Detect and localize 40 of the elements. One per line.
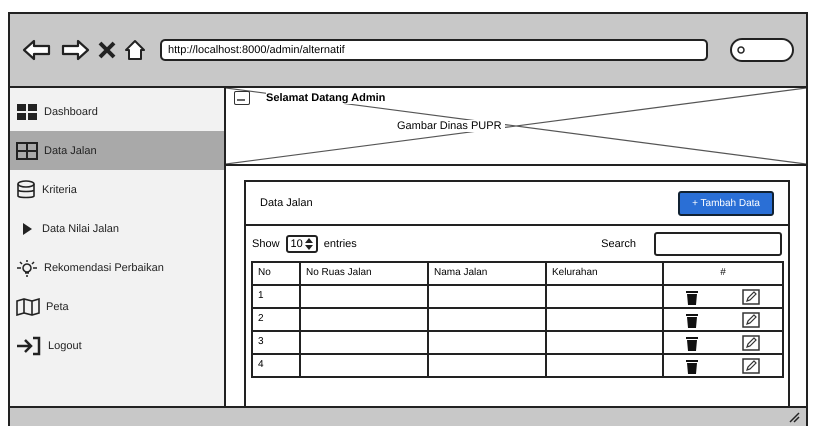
- sidebar-item[interactable]: Data Jalan: [10, 131, 224, 170]
- search-label: Search: [601, 238, 636, 250]
- sidebar-item[interactable]: Rekomendasi Perbaikan: [10, 248, 224, 287]
- forward-button[interactable]: [60, 39, 90, 61]
- greeting-text: Selamat Datang Admin: [266, 92, 386, 104]
- dashboard-icon: [16, 102, 38, 120]
- lightbulb-icon: [16, 258, 38, 276]
- add-data-button[interactable]: + Tambah Data: [678, 190, 774, 216]
- search-field[interactable]: [730, 38, 794, 62]
- map-icon: [16, 298, 40, 316]
- trash-icon[interactable]: [686, 358, 698, 374]
- database-icon: [16, 180, 36, 200]
- column-header: #: [662, 261, 784, 286]
- edit-icon[interactable]: [742, 312, 760, 328]
- edit-icon[interactable]: [742, 288, 760, 304]
- show-label: Show: [252, 238, 280, 250]
- edit-icon[interactable]: [742, 334, 760, 350]
- logout-icon: [16, 336, 42, 356]
- panel-title: Data Jalan: [260, 197, 313, 209]
- trash-icon[interactable]: [686, 334, 698, 350]
- table-search-field[interactable]: [654, 232, 782, 256]
- back-button[interactable]: [22, 39, 52, 61]
- search-icon: [737, 46, 745, 54]
- trash-icon[interactable]: [686, 288, 698, 304]
- sidebar-item[interactable]: Data Nilai Jalan: [10, 209, 224, 248]
- home-button[interactable]: [124, 39, 146, 61]
- page-size-spinner[interactable]: 10: [286, 235, 318, 253]
- trash-icon[interactable]: [686, 312, 698, 328]
- grid-icon: [16, 142, 38, 160]
- close-button[interactable]: [98, 41, 116, 59]
- resize-grip-icon[interactable]: [788, 411, 800, 423]
- minimize-icon[interactable]: [234, 91, 250, 105]
- table-cell: 4: [251, 353, 301, 378]
- sidebar-item[interactable]: Logout: [10, 326, 224, 365]
- sidebar-item[interactable]: Kriteria: [10, 170, 224, 209]
- sidebar-item[interactable]: Peta: [10, 287, 224, 326]
- url-field[interactable]: http://localhost:8000/admin/alternatif: [160, 39, 708, 61]
- entries-label: entries: [324, 238, 357, 250]
- sidebar-item[interactable]: Dashboard: [10, 92, 224, 131]
- edit-icon[interactable]: [742, 358, 760, 374]
